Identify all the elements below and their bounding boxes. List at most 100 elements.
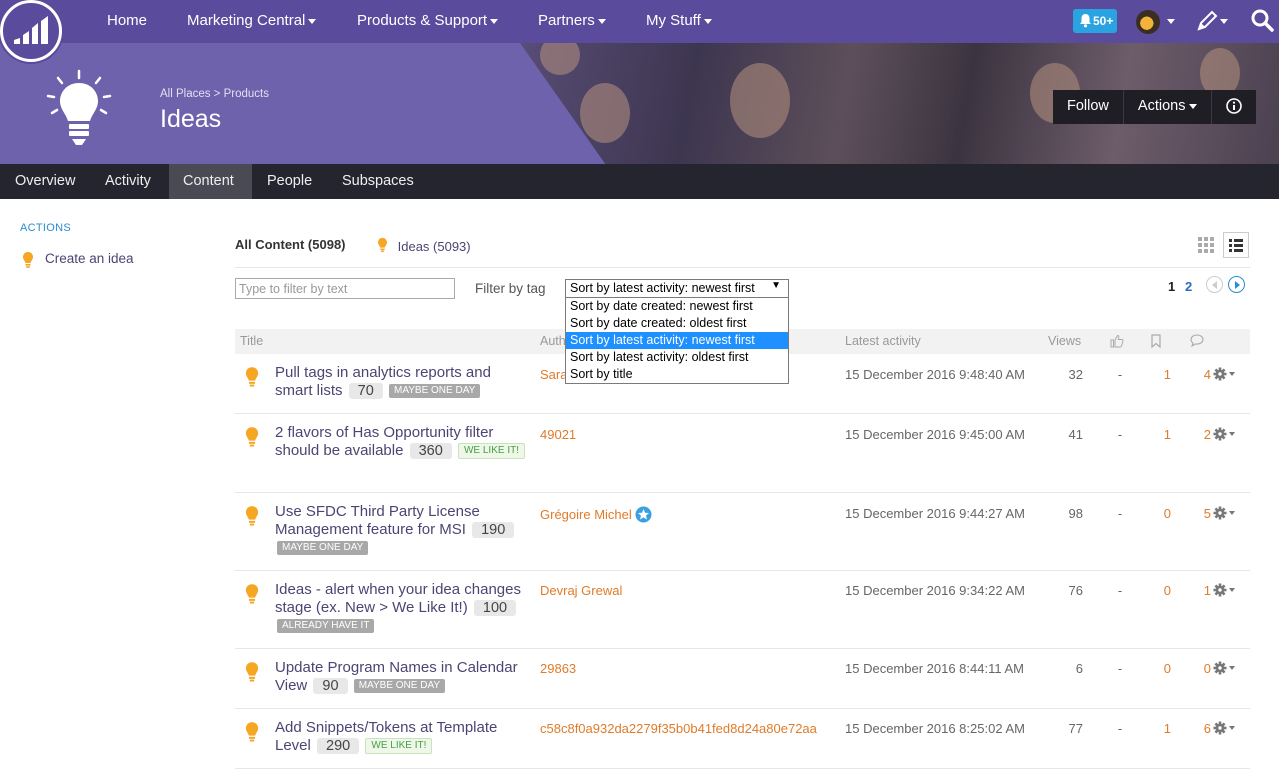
row-actions-menu[interactable] [1213,661,1239,680]
nav-home-label: Home [107,12,148,29]
comments-count[interactable]: 0 [1187,661,1211,676]
prev-page-button[interactable] [1206,276,1223,293]
top-navigation: Home Marketing Central Products & Suppor… [0,0,1279,43]
chevron-down-icon[interactable] [1167,19,1175,24]
latest-activity-date: 15 December 2016 8:44:11 AM [845,661,1024,676]
nav-home[interactable]: Home [107,12,147,29]
latest-activity-date: 15 December 2016 8:25:02 AM [845,721,1025,736]
follow-button[interactable]: Follow [1053,90,1124,124]
place-banner: All Places > Products Ideas Follow Actio… [0,43,1279,164]
comments-count[interactable]: 5 [1187,506,1211,521]
notifications-button[interactable]: 50+ [1073,9,1117,33]
site-logo[interactable] [0,0,62,62]
chevron-down-icon[interactable] [1220,19,1228,24]
row-actions-menu[interactable] [1213,583,1239,602]
tab-people[interactable]: People [252,164,327,199]
row-actions-menu[interactable] [1213,721,1239,740]
table-row: 2 flavors of Has Opportunity filter shou… [235,414,1250,493]
comments-count[interactable]: 1 [1187,583,1211,598]
avatar[interactable] [1136,10,1160,34]
lightbulb-icon [245,367,259,387]
filter-by-tag-link[interactable]: Filter by tag [475,281,546,296]
bookmarks-count[interactable]: 1 [1147,721,1171,736]
comment-icon [1190,334,1204,347]
vote-count: 70 [348,383,383,399]
row-actions-menu[interactable] [1213,367,1239,386]
sort-option-selected[interactable]: Sort by latest activity: newest first [566,332,788,349]
author-link[interactable]: 49021 [540,427,576,442]
gear-icon [1213,721,1235,735]
sort-option[interactable]: Sort by date created: oldest first [566,315,788,332]
tab-subspaces[interactable]: Subspaces [327,164,427,199]
breadcrumb[interactable]: All Places > Products [160,88,269,100]
pencil-icon[interactable] [1196,9,1218,33]
stage-badge: WE LIKE IT! [457,443,525,459]
next-page-button[interactable] [1228,276,1245,293]
page-2[interactable]: 2 [1185,279,1192,294]
nav-partners[interactable]: Partners [538,12,606,29]
tab-activity[interactable]: Activity [90,164,169,199]
likes-count: - [1117,506,1123,521]
likes-count: - [1117,427,1123,442]
info-button[interactable] [1212,90,1256,124]
author-link[interactable]: Sara [540,367,567,382]
bookmarks-count[interactable]: 1 [1147,427,1171,442]
vote-count: 190 [472,522,515,538]
lightbulb-icon [46,69,112,145]
chevron-down-icon [597,18,606,24]
row-actions-menu[interactable] [1213,506,1239,525]
idea-title-cell: Pull tags in analytics reports and smart… [275,364,530,400]
divider [235,267,1250,268]
bookmarks-count[interactable]: 0 [1147,506,1171,521]
row-actions-menu[interactable] [1213,427,1239,446]
page-1[interactable]: 1 [1168,279,1175,294]
idea-title-link[interactable]: Use SFDC Third Party License Management … [275,503,480,538]
latest-activity-date: 15 December 2016 9:48:40 AM [845,367,1025,382]
list-view-icon[interactable] [1223,232,1249,258]
bookmarks-count[interactable]: 0 [1147,661,1171,676]
sort-option[interactable]: Sort by latest activity: oldest first [566,349,788,366]
nav-products-support[interactable]: Products & Support [357,12,499,29]
comments-count[interactable]: 2 [1187,427,1211,442]
stage-badge: WE LIKE IT! [365,738,433,754]
author-link[interactable]: Grégoire Michel [540,506,652,523]
column-latest-activity[interactable]: Latest activity [845,334,921,348]
comments-count[interactable]: 6 [1187,721,1211,736]
likes-count: - [1117,721,1123,736]
views-count: 32 [1068,367,1083,382]
tab-overview[interactable]: Overview [0,164,90,199]
author-link[interactable]: c58c8f0a932da2279f35b0b41fed8d24a80e72aa [540,721,817,736]
sort-option[interactable]: Sort by title [566,366,788,383]
text-filter-input[interactable] [235,278,455,299]
tab-activity-label: Activity [105,173,151,189]
vote-count: 360 [409,443,452,459]
page-title: Ideas [160,105,222,133]
author-link[interactable]: Devraj Grewal [540,583,622,598]
nav-my-stuff[interactable]: My Stuff [646,12,712,29]
stage-badge: ALREADY HAVE IT [277,619,375,633]
bookmarks-count[interactable]: 1 [1147,367,1171,382]
tab-content[interactable]: Content [169,164,252,199]
nav-marketing-central[interactable]: Marketing Central [187,12,317,29]
latest-activity-date: 15 December 2016 9:45:00 AM [845,427,1025,442]
search-icon[interactable] [1250,8,1274,32]
notifications-count: 50+ [1093,14,1114,28]
grid-view-icon[interactable] [1193,232,1219,258]
stage-badge: MAYBE ONE DAY [388,384,481,398]
actions-button[interactable]: Actions [1124,90,1213,124]
bookmarks-count[interactable]: 0 [1147,583,1171,598]
views-count: 77 [1068,721,1083,736]
sort-select[interactable]: Sort by latest activity: newest first ▼ [565,279,789,298]
filter-all-content[interactable]: All Content (5098) [235,237,346,252]
create-idea-link[interactable]: Create an idea [22,251,134,272]
lightbulb-icon [378,237,387,252]
nav-my-stuff-label: My Stuff [646,12,701,29]
gear-icon [1213,367,1235,381]
column-title[interactable]: Title [240,334,263,348]
column-views[interactable]: Views [1048,334,1081,348]
filter-ideas[interactable]: Ideas (5093) [377,237,471,254]
comments-count[interactable]: 4 [1187,367,1211,382]
sort-option[interactable]: Sort by date created: newest first [566,298,788,315]
sidebar-actions-heading: ACTIONS [20,222,71,234]
author-link[interactable]: 29863 [540,661,576,676]
